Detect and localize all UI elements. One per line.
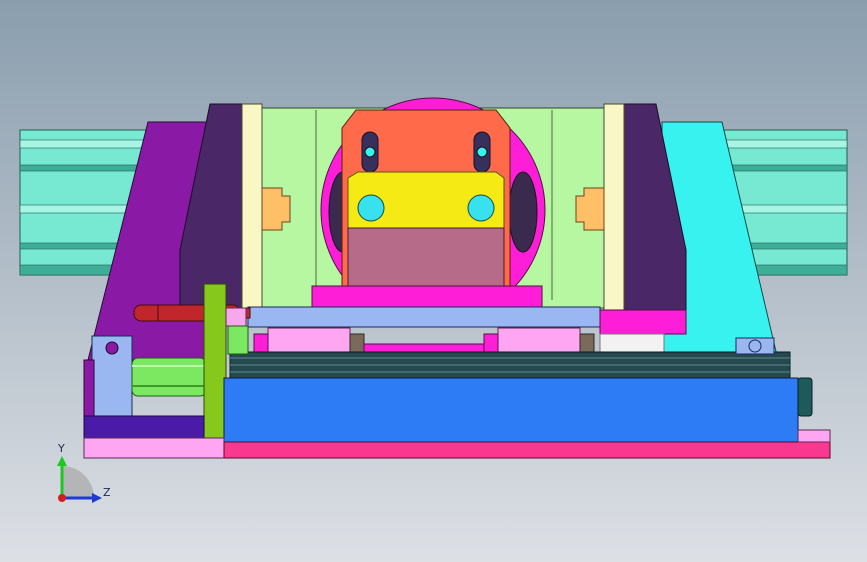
blue-base-beam[interactable] bbox=[223, 377, 799, 443]
air-cylinder-body[interactable] bbox=[131, 357, 207, 397]
y-axis-label: Y bbox=[58, 442, 65, 455]
right-bore-hole bbox=[467, 194, 495, 222]
magenta-base-strip[interactable] bbox=[311, 285, 543, 309]
right-disc-bearing bbox=[508, 171, 538, 253]
fixture-assembly-model[interactable] bbox=[0, 0, 867, 562]
lime-mounting-plate[interactable] bbox=[203, 283, 227, 443]
bottom-purple-base bbox=[83, 415, 205, 439]
left-cream-strip[interactable] bbox=[241, 103, 263, 313]
x-axis-origin-icon bbox=[58, 494, 66, 502]
dark-guide-rails[interactable] bbox=[229, 351, 791, 381]
bottom-pink-base-right[interactable] bbox=[223, 441, 831, 459]
left-bore-hole bbox=[357, 194, 385, 222]
cad-viewport[interactable]: Y Z bbox=[0, 0, 867, 562]
mauve-workpiece-block[interactable] bbox=[347, 227, 505, 287]
right-adjust-screw-icon[interactable] bbox=[476, 146, 488, 158]
axis-triad bbox=[57, 456, 102, 503]
left-adjust-screw-icon[interactable] bbox=[364, 146, 376, 158]
left-bracket-bolt-icon bbox=[105, 341, 119, 355]
right-magenta-ledge bbox=[599, 309, 687, 335]
right-end-cap[interactable] bbox=[797, 377, 813, 417]
right-bracket-bolt-icon bbox=[748, 339, 762, 353]
right-cream-strip[interactable] bbox=[603, 103, 625, 313]
z-axis-label: Z bbox=[103, 486, 111, 499]
light-blue-slide-plate[interactable] bbox=[247, 306, 601, 328]
